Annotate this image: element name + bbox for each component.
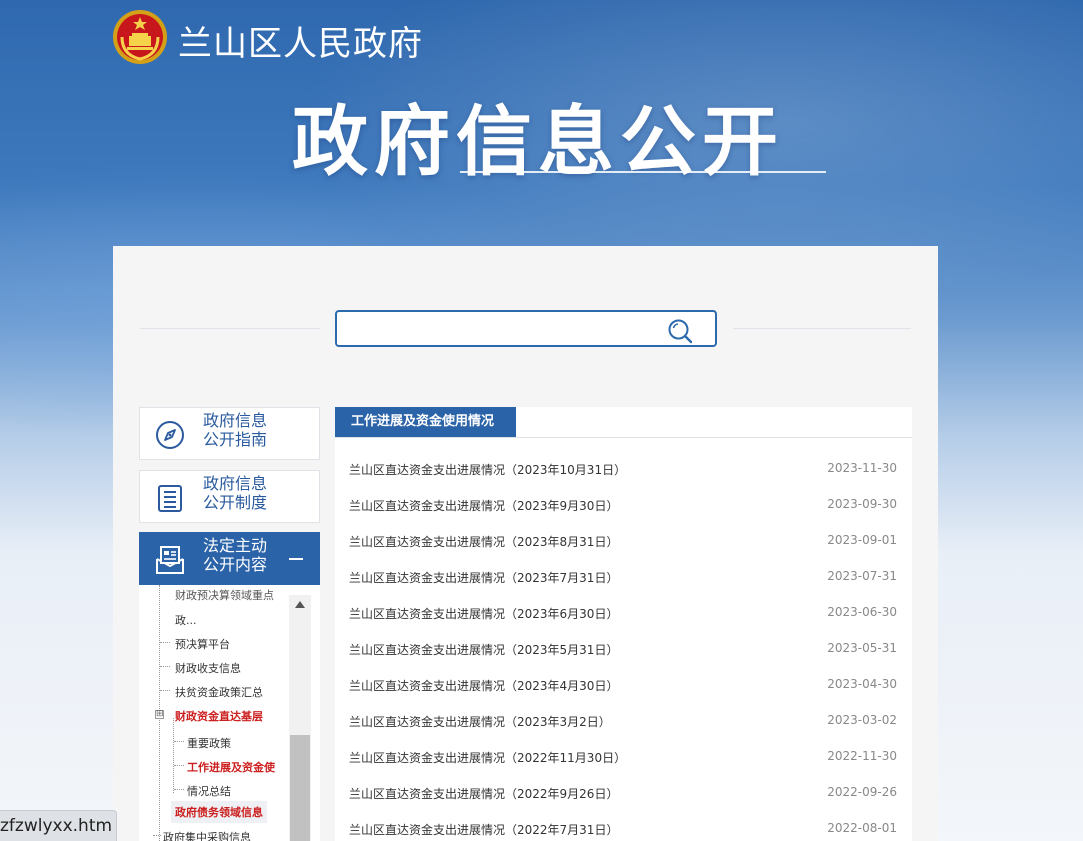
tab-underline [335, 437, 912, 438]
content-panel: 工作进展及资金使用情况 兰山区直达资金支出进展情况（2023年10月31日） 2… [335, 407, 912, 841]
list-item-date: 2022-11-30 [827, 749, 897, 763]
title-underline [460, 171, 826, 173]
nav-card-label: 法定主动 公开内容 [203, 536, 268, 574]
tree-item[interactable]: 财政预决算领域重点 [175, 587, 274, 603]
search-input[interactable] [343, 316, 653, 341]
nav-card-disclosure-guide[interactable]: 政府信息 公开指南 [139, 407, 320, 460]
tree-item[interactable]: 预决算平台 [175, 636, 230, 652]
tree-connector [160, 666, 170, 667]
list-item[interactable]: 兰山区直达资金支出进展情况（2023年8月31日） 2023-09-01 [349, 533, 897, 553]
list-item-title[interactable]: 兰山区直达资金支出进展情况（2023年6月30日） [349, 605, 618, 622]
list-item-title[interactable]: 兰山区直达资金支出进展情况（2022年9月26日） [349, 785, 618, 802]
tree-connector [174, 741, 184, 742]
list-item[interactable]: 兰山区直达资金支出进展情况（2023年5月31日） 2023-05-31 [349, 641, 897, 661]
list-item[interactable]: 兰山区直达资金支出进展情况（2022年9月26日） 2022-09-26 [349, 785, 897, 805]
status-bar-url: zfzwlyxx.htm [0, 810, 117, 841]
compass-icon [156, 421, 184, 449]
nav-card-disclosure-system[interactable]: 政府信息 公开制度 [139, 470, 320, 523]
list-item-title[interactable]: 兰山区直达资金支出进展情况（2022年11月30日） [349, 749, 626, 766]
list-item-date: 2023-07-31 [827, 569, 897, 583]
list-item-title[interactable]: 兰山区直达资金支出进展情况（2023年10月31日） [349, 461, 626, 478]
tab-work-progress[interactable]: 工作进展及资金使用情况 [335, 407, 516, 437]
list-item-title[interactable]: 兰山区直达资金支出进展情况（2023年3月2日） [349, 713, 611, 730]
national-emblem-icon [113, 10, 167, 64]
scroll-up-icon[interactable] [295, 601, 305, 608]
list-item[interactable]: 兰山区直达资金支出进展情况（2023年7月31日） 2023-07-31 [349, 569, 897, 589]
nav-card-label: 政府信息 公开指南 [203, 411, 268, 449]
expand-icon[interactable]: ⊞ [155, 710, 164, 719]
list-item[interactable]: 兰山区直达资金支出进展情况（2023年9月30日） 2023-09-30 [349, 497, 897, 517]
tree-connector [153, 835, 161, 836]
tree-scrollbar[interactable] [289, 595, 311, 841]
search-icon[interactable] [667, 318, 693, 344]
tree-connector [173, 718, 174, 793]
list-item-date: 2023-05-31 [827, 641, 897, 655]
list-item[interactable]: 兰山区直达资金支出进展情况（2023年3月2日） 2023-03-02 [349, 713, 897, 733]
list-item-date: 2023-09-01 [827, 533, 897, 547]
page-title: 政府信息公开 [292, 97, 784, 186]
list-item-date: 2023-11-30 [827, 461, 897, 475]
tree-connector [160, 642, 170, 643]
list-item-date: 2023-06-30 [827, 605, 897, 619]
list-item-title[interactable]: 兰山区直达资金支出进展情况（2023年8月31日） [349, 533, 618, 550]
list-item-title[interactable]: 兰山区直达资金支出进展情况（2023年5月31日） [349, 641, 618, 658]
category-tree: 财政预决算领域重点 政... 预决算平台 财政收支信息 扶贫资金政策汇总 ⊞ 财… [139, 585, 320, 841]
nav-card-label: 政府信息 公开制度 [203, 474, 268, 512]
list-item-title[interactable]: 兰山区直达资金支出进展情况（2023年4月30日） [349, 677, 618, 694]
minus-icon[interactable] [289, 558, 303, 560]
list-item[interactable]: 兰山区直达资金支出进展情况（2023年4月30日） 2023-04-30 [349, 677, 897, 697]
list-item-title[interactable]: 兰山区直达资金支出进展情况（2023年9月30日） [349, 497, 618, 514]
list-item-date: 2022-09-26 [827, 785, 897, 799]
tree-item-work-progress[interactable]: 工作进展及资金使 [187, 759, 275, 775]
list-item[interactable]: 兰山区直达资金支出进展情况（2022年7月31日） 2022-08-01 [349, 821, 897, 841]
list-item-date: 2023-09-30 [827, 497, 897, 511]
tree-item[interactable]: 政... [175, 612, 197, 628]
tree-item-debt-info[interactable]: 政府债务领域信息 [171, 801, 267, 823]
list-document-icon [158, 485, 182, 512]
tree-connector [174, 789, 184, 790]
tree-item[interactable]: 情况总结 [187, 783, 231, 799]
list-item[interactable]: 兰山区直达资金支出进展情况（2023年6月30日） 2023-06-30 [349, 605, 897, 625]
tree-item[interactable]: 扶贫资金政策汇总 [175, 684, 263, 700]
tree-item-direct-funds[interactable]: 财政资金直达基层 [175, 708, 263, 724]
search-divider-right [733, 328, 911, 329]
main-panel: 政府信息 公开指南 政府信息 公开制度 法定主动 公开内容 财政预决算领域重点 … [113, 246, 938, 841]
scroll-thumb[interactable] [290, 735, 310, 841]
list-item-date: 2022-08-01 [827, 821, 897, 835]
tree-item[interactable]: 财政收支信息 [175, 660, 241, 676]
tree-item[interactable]: 政府集中采购信息 [163, 829, 251, 841]
tree-connector [160, 690, 170, 691]
site-name: 兰山区人民政府 [178, 24, 423, 64]
tree-item[interactable]: 重要政策 [187, 735, 231, 751]
newspaper-icon [156, 546, 184, 574]
tree-connector [174, 765, 184, 766]
list-item-date: 2023-04-30 [827, 677, 897, 691]
search-box [335, 310, 717, 347]
list-item-title[interactable]: 兰山区直达资金支出进展情况（2023年7月31日） [349, 569, 618, 586]
nav-card-statutory-content[interactable]: 法定主动 公开内容 [139, 532, 320, 585]
list-item-date: 2023-03-02 [827, 713, 897, 727]
list-item-title[interactable]: 兰山区直达资金支出进展情况（2022年7月31日） [349, 821, 618, 838]
list-item[interactable]: 兰山区直达资金支出进展情况（2023年10月31日） 2023-11-30 [349, 461, 897, 481]
search-divider-left [140, 328, 320, 329]
list-item[interactable]: 兰山区直达资金支出进展情况（2022年11月30日） 2022-11-30 [349, 749, 897, 769]
